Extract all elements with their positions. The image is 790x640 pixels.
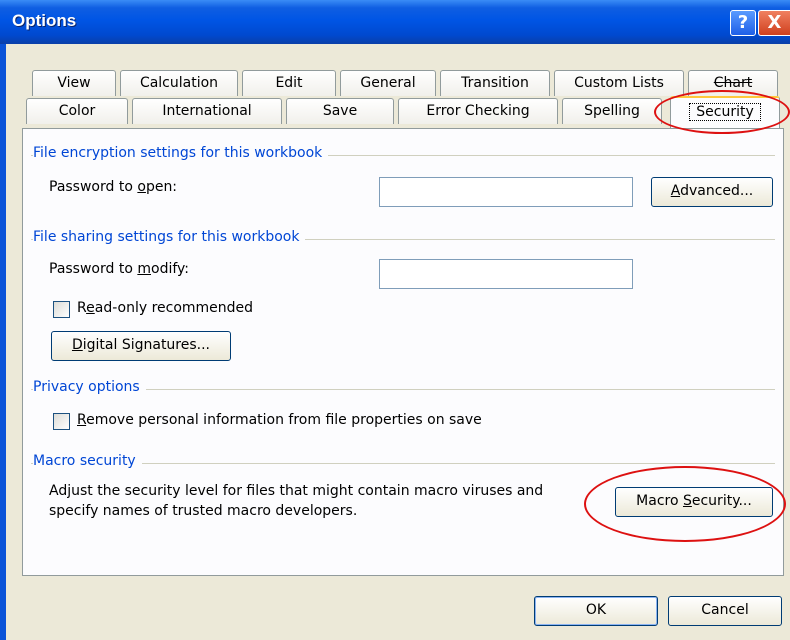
security-tab-panel: File encryption settings for this workbo…	[22, 128, 784, 576]
macro-description-line1: Adjust the security level for files that…	[49, 483, 544, 499]
remove-personal-info-checkbox[interactable]	[53, 413, 70, 430]
tab-view[interactable]: View	[32, 70, 116, 96]
macro-description-line2: specify names of trusted macro developer…	[49, 503, 358, 519]
password-to-modify-label: Password to modify:	[49, 261, 190, 277]
read-only-label[interactable]: Read-only recommended	[77, 300, 253, 316]
ok-button[interactable]: OK	[534, 596, 658, 626]
digital-signatures-button[interactable]: Digital Signatures...	[51, 331, 231, 361]
tab-color[interactable]: Color	[26, 98, 128, 124]
macro-group-label: Macro security	[33, 453, 142, 469]
tab-chart[interactable]: Chart	[688, 70, 778, 96]
tab-calculation[interactable]: Calculation	[120, 70, 238, 96]
tab-save[interactable]: Save	[286, 98, 394, 124]
tab-error-checking[interactable]: Error Checking	[398, 98, 558, 124]
group-divider	[31, 463, 775, 464]
cancel-button[interactable]: Cancel	[668, 596, 782, 626]
options-dialog: Options ? X View Calculation Edit Genera…	[0, 0, 790, 640]
macro-security-button[interactable]: Macro Security...	[615, 487, 773, 517]
read-only-checkbox[interactable]	[53, 301, 70, 318]
tab-custom-lists[interactable]: Custom Lists	[554, 70, 684, 96]
password-to-open-label: Password to open:	[49, 179, 178, 195]
tab-edit[interactable]: Edit	[242, 70, 336, 96]
title-bar[interactable]: Options ? X	[0, 0, 790, 44]
tab-transition[interactable]: Transition	[440, 70, 550, 96]
tab-security-label: Security	[689, 103, 761, 121]
password-to-open-input[interactable]	[379, 177, 633, 207]
tab-international[interactable]: International	[132, 98, 282, 124]
tab-general[interactable]: General	[340, 70, 436, 96]
window-title: Options	[12, 11, 77, 30]
password-to-modify-input[interactable]	[379, 259, 633, 289]
remove-personal-info-label[interactable]: Remove personal information from file pr…	[77, 412, 482, 428]
privacy-group-label: Privacy options	[33, 379, 146, 395]
close-icon[interactable]: X	[758, 10, 790, 36]
window-frame-left	[0, 44, 6, 640]
tab-security[interactable]: Security	[670, 96, 780, 128]
sharing-group-label: File sharing settings for this workbook	[33, 229, 306, 245]
help-icon[interactable]: ?	[730, 10, 756, 36]
advanced-button[interactable]: Advanced...	[651, 177, 773, 207]
tab-spelling[interactable]: Spelling	[562, 98, 662, 124]
encryption-group-label: File encryption settings for this workbo…	[33, 145, 329, 161]
